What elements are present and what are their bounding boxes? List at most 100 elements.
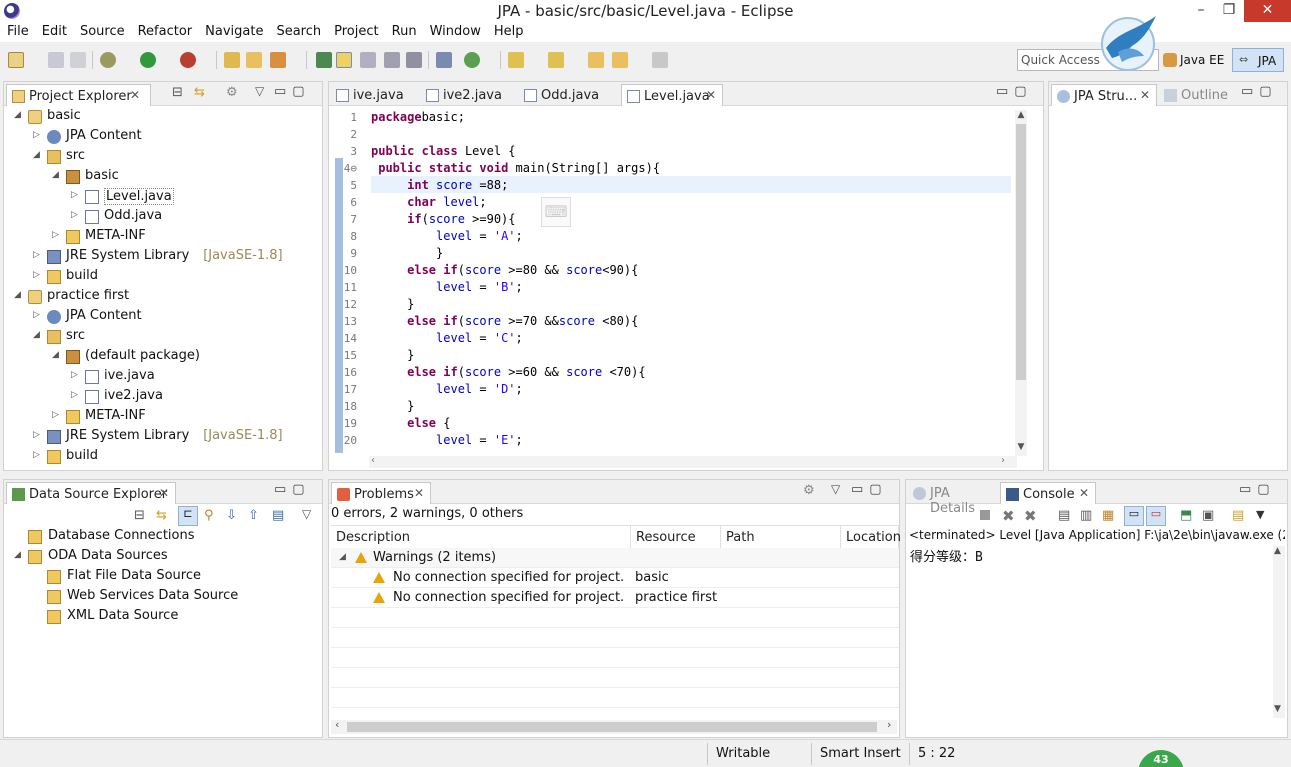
collapsed-arrow-icon[interactable]: ▷ xyxy=(71,370,81,380)
code-line[interactable]: level = 'C'; xyxy=(371,331,523,345)
tree-item[interactable]: ▷ JRE System Library [JavaSE-1.8] xyxy=(4,247,320,267)
column-resource[interactable]: Resource xyxy=(631,526,721,548)
collapsed-arrow-icon[interactable]: ▷ xyxy=(33,430,43,440)
code-line[interactable]: else if(score >=60 && score <70){ xyxy=(371,365,645,379)
collapse-all-icon[interactable]: ⊟ xyxy=(172,85,183,100)
expanded-arrow-icon[interactable]: ◢ xyxy=(14,110,24,120)
minimize-maximize-icon[interactable]: ▭▢ xyxy=(996,84,1033,99)
code-line[interactable]: char level; xyxy=(371,195,487,209)
minimize-maximize-icon[interactable]: ▭▢ xyxy=(274,84,311,99)
menu-edit[interactable]: Edit xyxy=(35,22,73,39)
perspective-javaee[interactable]: Java EE xyxy=(1160,48,1230,72)
minimize-maximize-icon[interactable]: ▭▢ xyxy=(1241,84,1278,99)
code-line[interactable]: else if(score >=70 &&score <80){ xyxy=(371,314,638,328)
tree-item[interactable]: ▷ build xyxy=(4,447,320,467)
tree-item[interactable]: ◢ src xyxy=(4,147,320,167)
minimize-maximize-icon[interactable]: ▭▢ xyxy=(1239,482,1276,497)
tab-data-source-explorer[interactable]: Data Source Explorer ✕ xyxy=(6,482,176,504)
tree-item[interactable]: ◢ ODA Data Sources xyxy=(4,547,320,567)
code-line[interactable]: if(score >=90){ xyxy=(371,212,515,226)
code-line[interactable]: int score =88; xyxy=(371,178,508,192)
expanded-arrow-icon[interactable]: ◢ xyxy=(14,550,24,560)
code-line[interactable]: } xyxy=(371,246,443,260)
close-icon[interactable]: ✕ xyxy=(159,486,169,500)
expanded-arrow-icon[interactable]: ◢ xyxy=(14,290,24,300)
menu-navigate[interactable]: Navigate xyxy=(198,22,269,39)
minimize-maximize-icon[interactable]: ▭▢ xyxy=(274,482,311,497)
tab-outline[interactable]: Outline xyxy=(1159,84,1239,106)
expanded-arrow-icon[interactable]: ◢ xyxy=(52,170,62,180)
tab-jpa-details[interactable]: JPA Details xyxy=(908,482,998,516)
console-vertical-scrollbar[interactable]: ▲ ▼ xyxy=(1273,546,1285,718)
tree-item[interactable]: ▷ ive2.java xyxy=(4,387,320,407)
import-icon[interactable]: ⇩ xyxy=(226,508,237,523)
collapsed-arrow-icon[interactable]: ▷ xyxy=(33,450,43,460)
toggle-mark-icon[interactable] xyxy=(336,52,352,68)
open-console-icon[interactable]: ▤ xyxy=(1232,508,1244,523)
new-icon[interactable] xyxy=(8,52,24,68)
code-line[interactable]: packagebasic; xyxy=(371,110,465,124)
tree-item[interactable]: ▷ JPA Content xyxy=(4,127,320,147)
terminate-icon[interactable] xyxy=(980,510,990,520)
close-icon[interactable]: ✕ xyxy=(130,88,140,102)
expanded-arrow-icon[interactable]: ◢ xyxy=(52,350,62,360)
tree-item[interactable]: ▷ Level.java xyxy=(4,187,320,207)
tab-console[interactable]: Console ✕ xyxy=(1000,482,1096,504)
save-profile-icon[interactable]: ▤ xyxy=(272,508,284,523)
tree-item[interactable]: ◢ (default package) xyxy=(4,347,320,367)
perspective-jpa[interactable]: ⇔ JPA xyxy=(1232,48,1284,72)
view-menu-icon[interactable]: ▼ xyxy=(1256,508,1264,521)
remove-launch-icon[interactable]: ✖ xyxy=(1002,507,1015,525)
server-icon[interactable] xyxy=(464,52,480,68)
prev-annotation-icon[interactable] xyxy=(548,52,564,68)
view-menu-icon[interactable]: ▽ xyxy=(255,84,264,98)
column-location[interactable]: Location xyxy=(841,526,901,548)
code-line[interactable]: public class Level { xyxy=(371,144,516,158)
menu-run[interactable]: Run xyxy=(385,22,423,39)
minimize-maximize-icon[interactable]: ▭▢ xyxy=(851,482,888,497)
scroll-lock-icon[interactable]: ▥ xyxy=(1080,508,1092,523)
collapsed-arrow-icon[interactable]: ▷ xyxy=(52,410,62,420)
editor-horizontal-scrollbar[interactable]: ‹ › xyxy=(369,455,1017,468)
warnings-group-row[interactable]: ◢ Warnings (2 items) xyxy=(331,548,899,568)
filter-icon[interactable]: ⚙ xyxy=(803,483,815,498)
tab-project-explorer[interactable]: Project Explorer ✕ xyxy=(6,84,151,106)
forward-icon[interactable] xyxy=(652,52,668,68)
link-icon[interactable]: ⇆ xyxy=(156,508,167,523)
search-icon[interactable] xyxy=(316,52,332,68)
last-edit-icon[interactable] xyxy=(588,52,604,68)
link-editor-icon[interactable]: ⇆ xyxy=(194,85,205,100)
block-select-icon[interactable] xyxy=(360,52,376,68)
menu-file[interactable]: File xyxy=(0,22,35,39)
menu-window[interactable]: Window xyxy=(423,22,487,39)
export-icon[interactable]: ⇧ xyxy=(248,508,259,523)
table-row[interactable]: No connection specified for project. No … xyxy=(331,588,899,608)
editor-vertical-scrollbar[interactable]: ▲ ▼ xyxy=(1015,110,1027,456)
tab-odd-java[interactable]: Odd.java xyxy=(519,84,619,106)
pencil-icon[interactable] xyxy=(270,52,286,68)
menu-project[interactable]: Project xyxy=(327,22,384,39)
menu-source[interactable]: Source xyxy=(73,22,131,39)
menu-refactor[interactable]: Refactor xyxy=(131,22,199,39)
open-folder-icon[interactable] xyxy=(246,52,262,68)
expand-arrow-icon[interactable]: ◢ xyxy=(339,552,346,562)
column-description[interactable]: Description xyxy=(331,526,631,548)
collapsed-arrow-icon[interactable]: ▷ xyxy=(71,190,81,200)
code-line[interactable]: level = 'A'; xyxy=(371,229,523,243)
code-line[interactable]: level = 'D'; xyxy=(371,382,523,396)
filter-icon[interactable]: ⚙ xyxy=(226,85,238,100)
tree-item[interactable]: ▷ JRE System Library [JavaSE-1.8] xyxy=(4,427,320,447)
tab-ive-java[interactable]: ive.java xyxy=(331,84,419,106)
open-type-icon[interactable] xyxy=(224,52,240,68)
collapsed-arrow-icon[interactable]: ▷ xyxy=(71,210,81,220)
notification-badge[interactable]: 43 xyxy=(1138,750,1184,767)
tab-problems[interactable]: Problems ✕ xyxy=(331,482,431,504)
collapse-all-icon[interactable]: ⊟ xyxy=(134,508,145,523)
save-all-icon[interactable] xyxy=(70,52,86,68)
remove-all-icon[interactable]: ✖ xyxy=(1024,507,1037,525)
tab-jpa-structure[interactable]: JPA Stru... ✕ xyxy=(1051,84,1157,106)
collapsed-arrow-icon[interactable]: ▷ xyxy=(33,310,43,320)
table-row[interactable]: No connection specified for project. No … xyxy=(331,568,899,588)
pin-console-icon[interactable]: ⬒ xyxy=(1180,508,1192,523)
run-icon[interactable] xyxy=(140,52,156,68)
